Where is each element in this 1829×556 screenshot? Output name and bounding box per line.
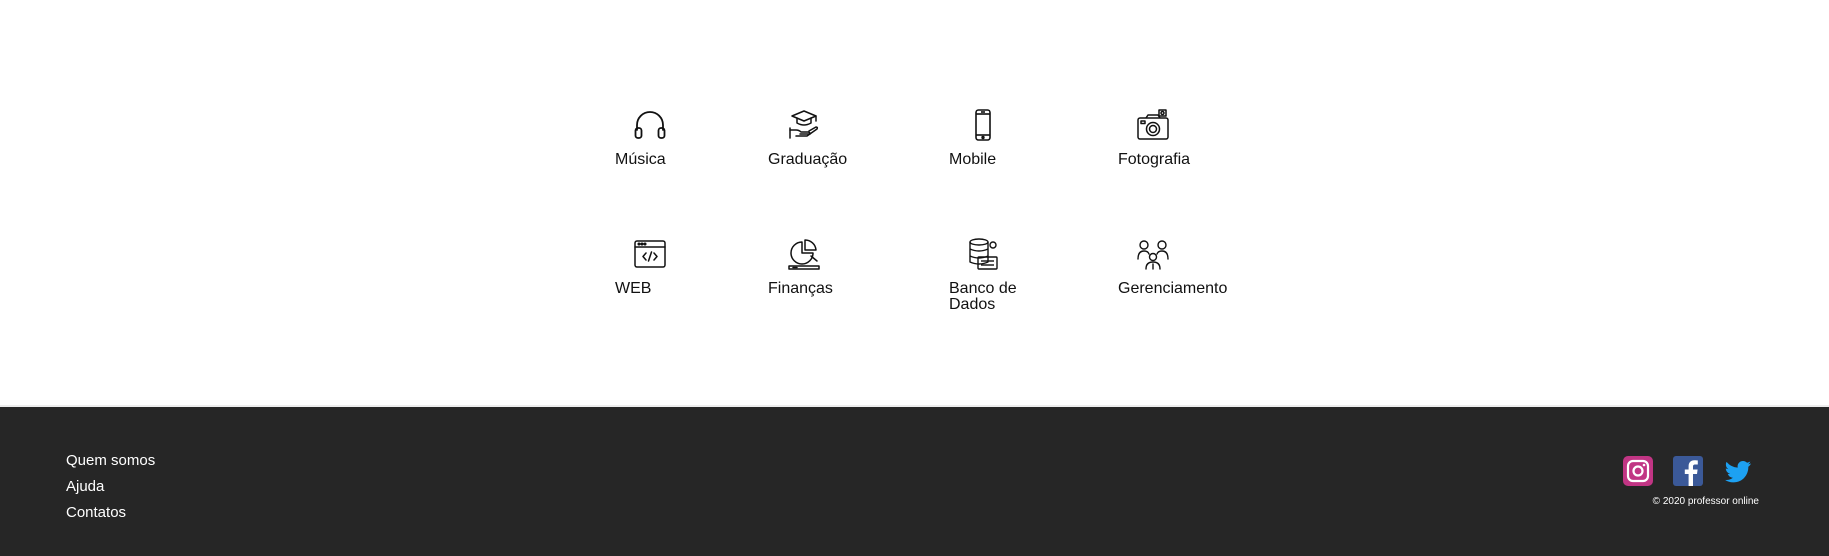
headphones-icon — [633, 108, 667, 142]
graduation-cap-icon — [787, 108, 821, 142]
category-graduacao[interactable]: Graduação — [768, 108, 878, 170]
categories-section: Música Graduação Mobile Fotografia WEB F… — [0, 0, 1829, 405]
category-mobile[interactable]: Mobile — [949, 108, 1049, 170]
category-gerenciamento[interactable]: Gerenciamento — [1118, 237, 1248, 299]
code-window-icon — [633, 237, 667, 271]
category-label: Música — [615, 151, 666, 168]
camera-icon — [1136, 108, 1170, 142]
team-icon — [1136, 237, 1170, 271]
database-icon — [966, 237, 1000, 271]
footer: Quem somos Ajuda Contatos © 2020 profess… — [0, 405, 1829, 556]
category-banco-de-dados[interactable]: Banco de Dados — [949, 237, 1049, 317]
footer-link-ajuda[interactable]: Ajuda — [66, 478, 104, 495]
category-label: Banco de Dados — [949, 280, 1017, 313]
category-label: Mobile — [949, 151, 997, 168]
category-label: Graduação — [768, 151, 848, 168]
category-web[interactable]: WEB — [615, 237, 715, 299]
category-label: Fotografia — [1118, 151, 1191, 168]
category-label: WEB — [615, 280, 652, 297]
smartphone-icon — [966, 108, 1000, 142]
pie-chart-icon — [787, 237, 821, 271]
copyright-text: © 2020 professor online — [1652, 496, 1759, 507]
category-fotografia[interactable]: Fotografia — [1118, 108, 1228, 170]
category-label: Finanças — [768, 280, 833, 297]
twitter-icon[interactable] — [1723, 456, 1753, 486]
footer-link-contatos[interactable]: Contatos — [66, 504, 126, 521]
facebook-icon[interactable] — [1673, 456, 1703, 486]
instagram-icon[interactable] — [1623, 456, 1653, 486]
category-label: Gerenciamento — [1118, 280, 1228, 297]
footer-link-quem-somos[interactable]: Quem somos — [66, 452, 155, 469]
category-financas[interactable]: Finanças — [768, 237, 878, 299]
category-musica[interactable]: Música — [615, 108, 715, 170]
